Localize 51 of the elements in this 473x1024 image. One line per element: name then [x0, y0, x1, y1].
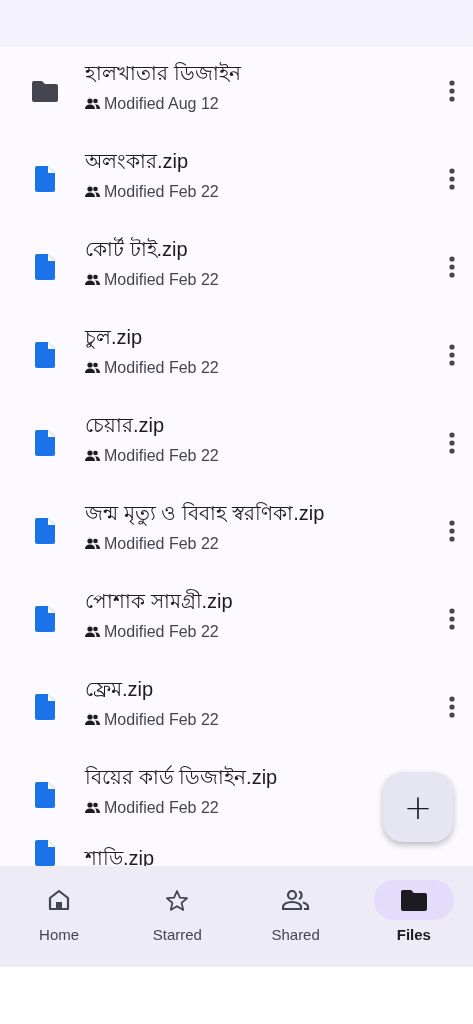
shared-icon: [85, 98, 100, 109]
document-icon: [35, 606, 55, 632]
modified-date: Modified Feb 22: [104, 446, 219, 465]
file-name: হালখাতার ডিজাইন: [85, 60, 243, 86]
star-icon: [165, 888, 190, 912]
modified-date: Modified Feb 22: [104, 358, 219, 377]
modified-date: Modified Feb 22: [104, 534, 219, 553]
file-name: চুল.zip: [85, 324, 144, 351]
folder-icon: [32, 80, 58, 102]
add-button[interactable]: +: [383, 772, 453, 842]
modified-date: Modified Feb 22: [104, 182, 219, 201]
shared-icon: [85, 714, 100, 725]
shared-icon: [85, 538, 100, 549]
modified-date: Modified Feb 22: [104, 622, 219, 641]
file-name: অলংকার.zip: [85, 148, 190, 174]
folder-icon: [400, 889, 427, 911]
home-icon: [48, 889, 71, 911]
modified-date: Modified Feb 22: [104, 270, 219, 289]
file-name: ফ্রেম.zip: [85, 676, 155, 702]
modified-date: Modified Feb 22: [104, 710, 219, 729]
document-icon: [35, 430, 55, 456]
modified-date: Modified Feb 22: [104, 798, 219, 817]
document-icon: [35, 782, 55, 808]
more-options-icon[interactable]: [449, 432, 455, 454]
document-icon: [35, 694, 55, 720]
document-icon: [35, 254, 55, 280]
nav-tab[interactable]: Shared: [236, 866, 355, 967]
document-icon: [35, 342, 55, 368]
shared-icon: [85, 450, 100, 461]
document-icon: [35, 518, 55, 544]
more-options-icon[interactable]: [449, 168, 455, 190]
more-options-icon[interactable]: [449, 696, 455, 718]
document-icon: [35, 166, 55, 192]
file-name: জন্ম মৃত্যু ও বিবাহ স্বরণিকা.zip: [85, 500, 326, 528]
more-options-icon[interactable]: [449, 520, 455, 542]
shared-icon: [85, 186, 100, 197]
shared-icon: [85, 362, 100, 373]
shared-icon: [85, 626, 100, 637]
file-name: বিয়ের কার্ড ডিজাইন.zip: [85, 764, 279, 790]
people-icon: [281, 890, 310, 910]
file-name: কোর্ট টাই.zip: [85, 236, 189, 262]
file-name: চেয়ার.zip: [85, 412, 166, 438]
modified-date: Modified Aug 12: [104, 94, 219, 113]
more-options-icon[interactable]: [449, 256, 455, 278]
shared-icon: [85, 802, 100, 813]
nav-tab[interactable]: Files: [354, 866, 473, 967]
more-options-icon[interactable]: [449, 80, 455, 102]
shared-icon: [85, 274, 100, 285]
more-options-icon[interactable]: [449, 344, 455, 366]
file-name: পোশাক সামগ্রী.zip: [85, 588, 234, 614]
more-options-icon[interactable]: [449, 608, 455, 630]
